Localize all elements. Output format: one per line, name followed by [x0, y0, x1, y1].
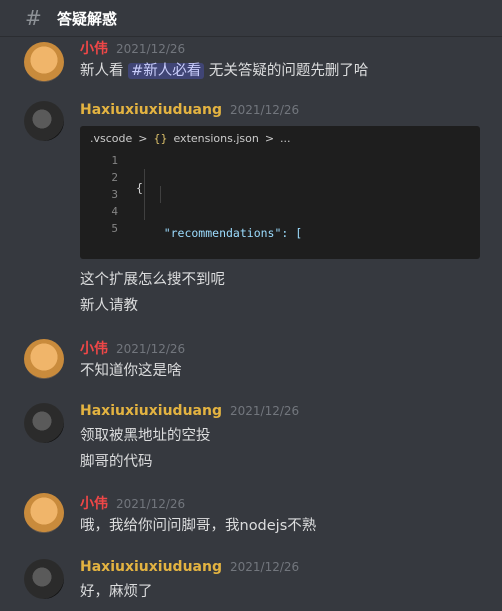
message-text-part: 新人看	[80, 63, 129, 79]
avatar[interactable]	[24, 101, 64, 141]
code-line: {	[136, 181, 143, 195]
avatar[interactable]	[24, 493, 64, 533]
username[interactable]: Haxiuxiuxiuduang	[80, 559, 222, 575]
timestamp: 2021/12/26	[229, 560, 300, 574]
message[interactable]: 小伟 2021/12/26 新人看 #新人必看 无关答疑的问题先删了哈	[0, 36, 502, 88]
breadcrumb-item: ...	[280, 132, 291, 145]
channel-hash-icon: #	[25, 6, 42, 30]
username[interactable]: Haxiuxiuxiuduang	[80, 102, 222, 118]
timestamp: 2021/12/26	[116, 342, 186, 356]
message-text: 脚哥的代码	[80, 454, 153, 470]
message-text: 好，麻烦了	[80, 584, 153, 600]
username[interactable]: Haxiuxiuxiuduang	[80, 403, 222, 419]
message[interactable]: 小伟 2021/12/26 哦，我给你问问脚哥，我nodejs不熟	[0, 490, 502, 540]
line-number: 5	[111, 222, 118, 235]
code-screenshot[interactable]: .vscode > {} extensions.json > ... 1 2 3…	[80, 126, 480, 259]
json-icon: {}	[153, 132, 168, 145]
message-text: 不知道你这是啥	[80, 363, 182, 379]
avatar[interactable]	[24, 559, 64, 599]
avatar[interactable]	[24, 403, 64, 443]
line-number: 4	[111, 205, 118, 218]
code-line: "recommendations": [	[136, 226, 303, 240]
line-number: 3	[111, 188, 118, 201]
message-text: 哦，我给你问问脚哥，我nodejs不熟	[80, 518, 317, 534]
timestamp: 2021/12/26	[116, 42, 186, 56]
avatar[interactable]	[24, 42, 64, 82]
channel-header: # 答疑解惑	[0, 0, 502, 37]
chevron-right-icon: >	[264, 132, 275, 145]
message-text: 新人看 #新人必看 无关答疑的问题先删了哈	[80, 59, 368, 80]
timestamp: 2021/12/26	[116, 497, 186, 511]
message[interactable]: Haxiuxiuxiuduang 2021/12/26 好，麻烦了	[0, 556, 502, 611]
breadcrumb-item: extensions.json	[173, 132, 259, 145]
channel-mention[interactable]: #新人必看	[128, 63, 205, 79]
line-number: 2	[111, 171, 118, 184]
breadcrumb-item: .vscode	[90, 132, 133, 145]
line-numbers: 1 2 3 4 5	[100, 152, 118, 237]
username[interactable]: 小伟	[80, 493, 108, 513]
message-text: 这个扩展怎么搜不到呢	[80, 272, 225, 288]
line-number: 1	[111, 154, 118, 167]
message-text-part: 无关答疑的问题先删了哈	[204, 63, 369, 79]
message-text: 新人请教	[80, 298, 138, 314]
username[interactable]: 小伟	[80, 38, 108, 58]
code-content: { "recommendations": [ "jannisx11.batch-…	[136, 152, 427, 259]
chevron-right-icon: >	[138, 132, 148, 145]
message[interactable]: Haxiuxiuxiuduang 2021/12/26 领取被黑地址的空投 脚哥…	[0, 400, 502, 476]
timestamp: 2021/12/26	[229, 103, 300, 117]
avatar[interactable]	[24, 339, 64, 379]
message-text: 领取被黑地址的空投	[80, 428, 211, 444]
channel-title: 答疑解惑	[57, 9, 118, 28]
username[interactable]: 小伟	[80, 338, 108, 358]
message[interactable]: 小伟 2021/12/26 不知道你这是啥	[0, 336, 502, 386]
timestamp: 2021/12/26	[229, 404, 300, 418]
breadcrumb: .vscode > {} extensions.json > ...	[90, 132, 291, 145]
